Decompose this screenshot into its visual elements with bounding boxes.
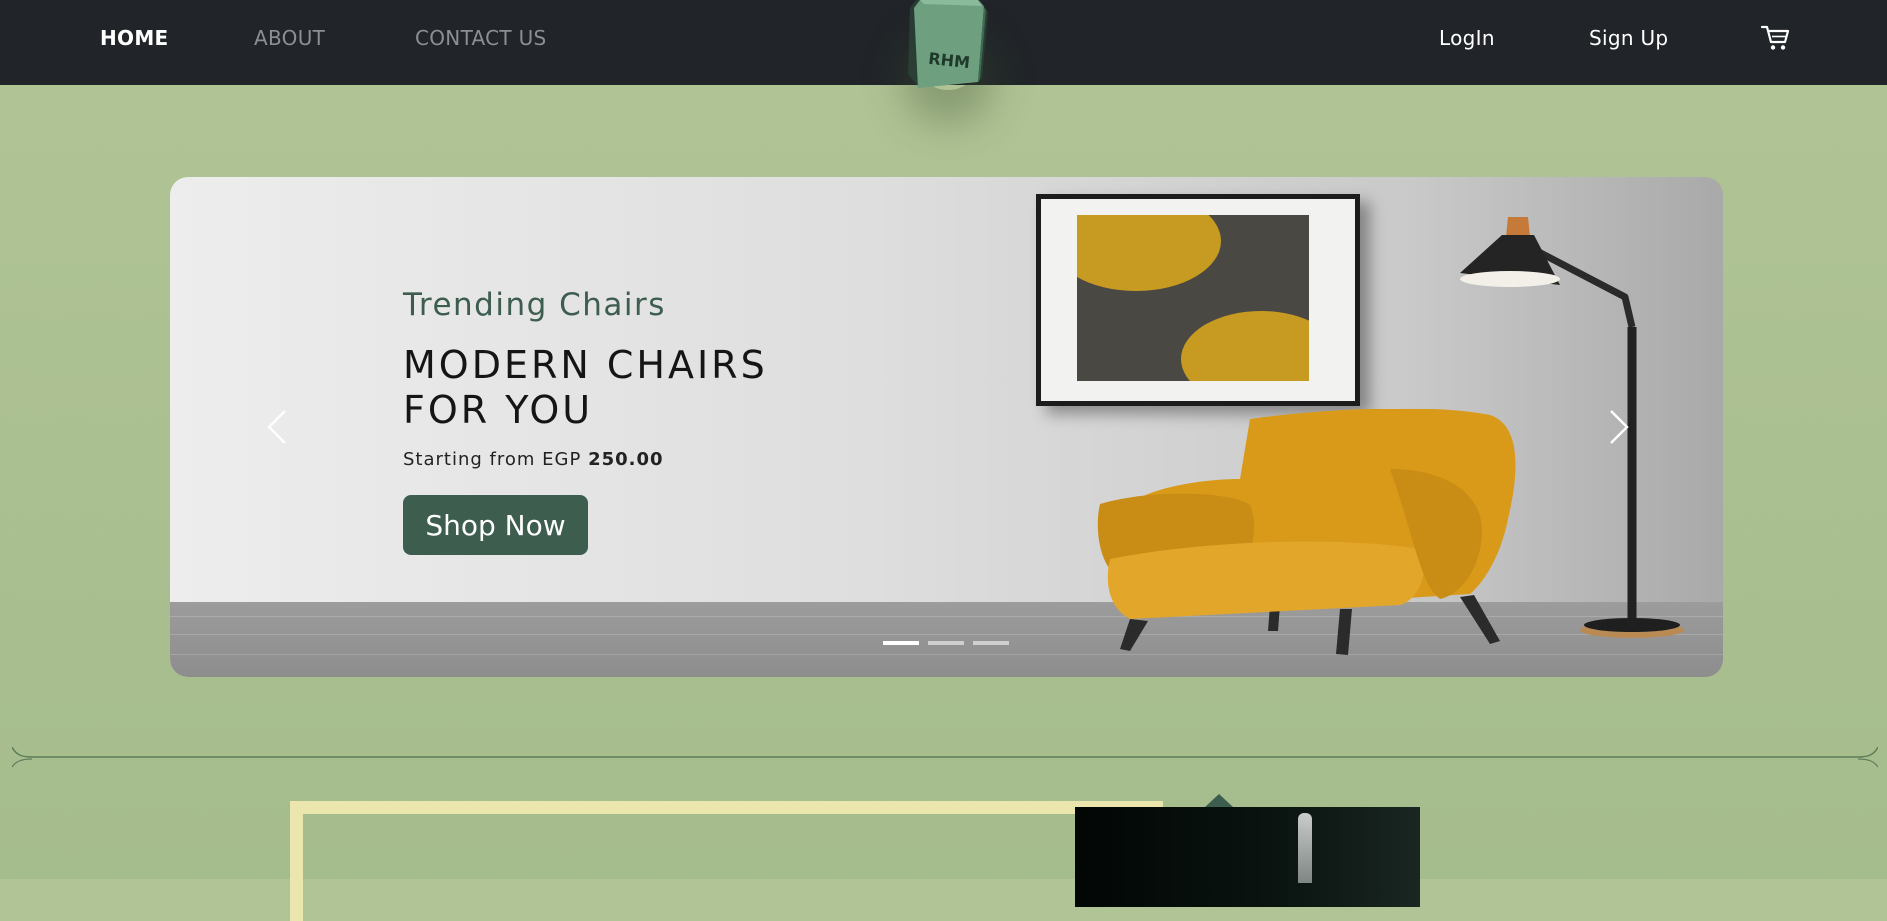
hero-subtitle: Trending Chairs (403, 287, 666, 323)
carousel-indicator-1[interactable] (883, 641, 919, 645)
cart-icon[interactable] (1760, 24, 1790, 52)
carousel-indicators (883, 641, 1009, 647)
price-value: 250.00 (588, 449, 664, 470)
feature-notch-marker (1205, 794, 1233, 807)
hero-title: MODERN CHAIRS FOR YOU (403, 343, 923, 433)
cube-logo-icon: RHM (908, 0, 988, 88)
abstract-artwork (1077, 215, 1309, 381)
hero-title-line-1: MODERN CHAIRS (403, 343, 768, 387)
art-sun-shape (1077, 215, 1221, 291)
hero-title-line-2: FOR YOU (403, 388, 594, 432)
photo-light-detail (1298, 813, 1312, 883)
nav-link-contact-us[interactable]: CONTACT US (415, 24, 547, 52)
price-prefix: Starting from EGP (403, 449, 582, 470)
hero-text-block: Trending Chairs MODERN CHAIRS FOR YOU St… (403, 285, 923, 473)
carousel-indicator-3[interactable] (973, 641, 1009, 645)
section-divider (12, 747, 1878, 768)
nav-link-home[interactable]: HOME (100, 24, 169, 52)
signup-link[interactable]: Sign Up (1589, 24, 1668, 52)
nav-link-about[interactable]: ABOUT (254, 24, 325, 52)
feature-photo (1075, 807, 1420, 907)
brand-logo[interactable]: RHM (898, 0, 998, 95)
hero-price: Starting from EGP 250.00 (403, 447, 923, 473)
carousel-indicator-2[interactable] (928, 641, 964, 645)
login-link[interactable]: LogIn (1439, 24, 1495, 52)
hero-carousel: Trending Chairs MODERN CHAIRS FOR YOU St… (170, 177, 1723, 677)
chevron-right-icon[interactable] (1607, 407, 1631, 447)
feature-section-border (290, 801, 1163, 921)
wall-art-frame (1036, 194, 1360, 406)
art-sun-shape (1181, 311, 1309, 381)
chevron-left-icon[interactable] (265, 407, 289, 447)
armchair-image (1097, 409, 1516, 655)
shop-now-button[interactable]: Shop Now (403, 495, 588, 555)
